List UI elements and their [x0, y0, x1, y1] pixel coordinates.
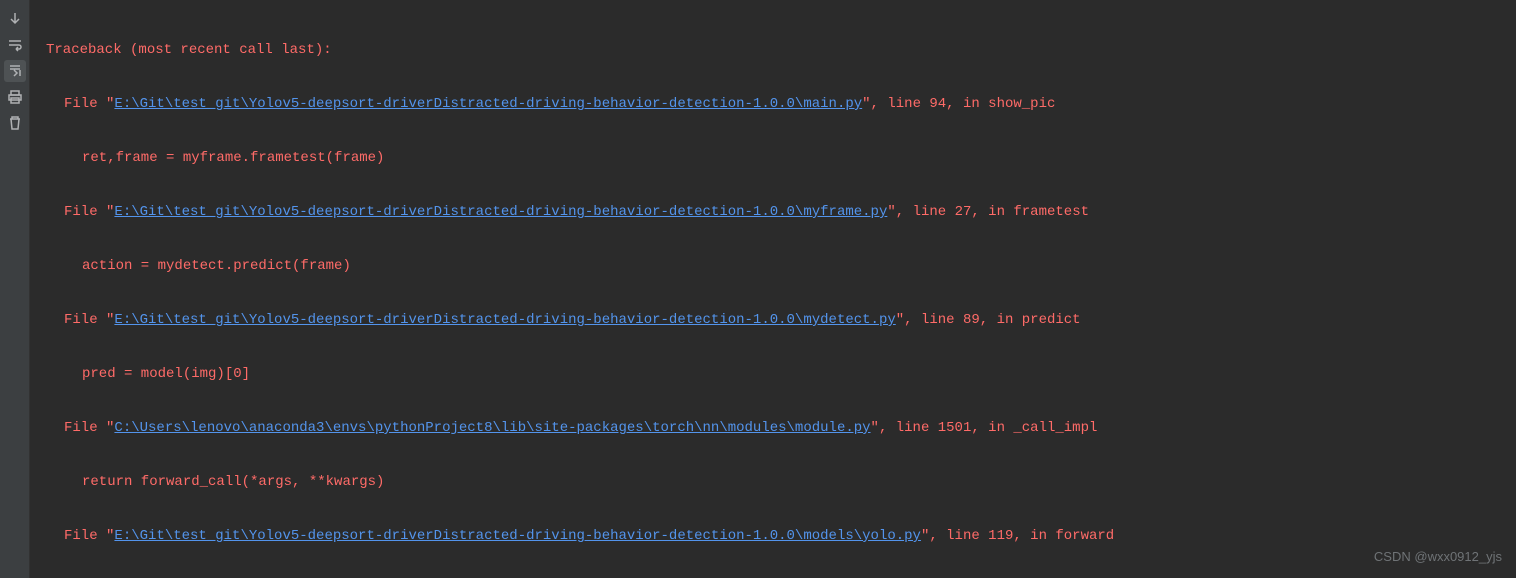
file-prefix: File " [64, 96, 114, 112]
print-icon[interactable] [4, 86, 26, 108]
console-sidebar [0, 0, 30, 578]
file-path-link[interactable]: C:\Users\lenovo\anaconda3\envs\pythonPro… [114, 420, 870, 436]
traceback-code: action = mydetect.predict(frame) [46, 253, 1500, 280]
file-prefix: File " [64, 204, 114, 220]
scroll-to-end-icon[interactable] [4, 60, 26, 82]
file-prefix: File " [64, 420, 114, 436]
file-suffix: ", line 94, in show_pic [862, 96, 1055, 112]
console-output: Traceback (most recent call last): File … [30, 0, 1516, 578]
file-path-link[interactable]: E:\Git\test_git\Yolov5-deepsort-driverDi… [114, 528, 921, 544]
traceback-code: ret,frame = myframe.frametest(frame) [46, 145, 1500, 172]
file-path-link[interactable]: E:\Git\test_git\Yolov5-deepsort-driverDi… [114, 204, 887, 220]
traceback-code: pred = model(img)[0] [46, 361, 1500, 388]
traceback-code: return forward_call(*args, **kwargs) [46, 469, 1500, 496]
scroll-down-icon[interactable] [4, 8, 26, 30]
watermark: CSDN @wxx0912_yjs [1374, 543, 1502, 570]
trash-icon[interactable] [4, 112, 26, 134]
file-suffix: ", line 1501, in _call_impl [871, 420, 1098, 436]
traceback-frame: File "E:\Git\test_git\Yolov5-deepsort-dr… [46, 199, 1500, 226]
file-path-link[interactable]: E:\Git\test_git\Yolov5-deepsort-driverDi… [114, 312, 895, 328]
traceback-frame: File "E:\Git\test_git\Yolov5-deepsort-dr… [46, 91, 1500, 118]
file-path-link[interactable]: E:\Git\test_git\Yolov5-deepsort-driverDi… [114, 96, 862, 112]
traceback-frame: File "C:\Users\lenovo\anaconda3\envs\pyt… [46, 415, 1500, 442]
traceback-header: Traceback (most recent call last): [46, 37, 1500, 64]
soft-wrap-icon[interactable] [4, 34, 26, 56]
file-prefix: File " [64, 528, 114, 544]
traceback-frame: File "E:\Git\test_git\Yolov5-deepsort-dr… [46, 523, 1500, 550]
file-suffix: ", line 119, in forward [921, 528, 1114, 544]
file-prefix: File " [64, 312, 114, 328]
file-suffix: ", line 89, in predict [896, 312, 1081, 328]
file-suffix: ", line 27, in frametest [887, 204, 1089, 220]
traceback-frame: File "E:\Git\test_git\Yolov5-deepsort-dr… [46, 307, 1500, 334]
